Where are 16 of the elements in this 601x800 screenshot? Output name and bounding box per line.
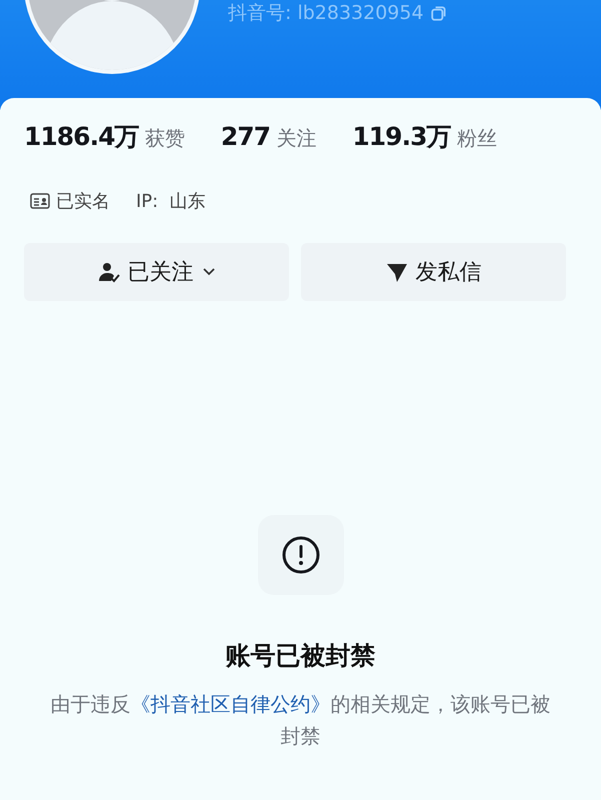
tag-text: IP: 山东 [136,190,206,213]
ban-title: 账号已被封禁 [226,640,376,672]
tag-text: 已实名 [56,190,110,213]
douyin-id: 抖音号: lb283320954 [228,1,424,26]
ban-message: 由于违反《抖音社区自律公约》的相关规定，该账号已被封禁 [50,691,550,750]
caret-icon [202,267,216,277]
message-button[interactable]: 发私信 [301,243,566,301]
community-guidelines-link[interactable]: 《抖音社区自律公约》 [130,692,330,716]
stat-count[interactable]: 119.3万 粉丝 [352,120,497,153]
warning-icon [258,515,344,595]
stat-count[interactable]: 1186.4万 获赞 [24,120,185,153]
following-button[interactable]: 已关注 [24,243,289,301]
user-check-icon [98,261,120,283]
id-card-icon [30,193,50,209]
copy-icon[interactable] [430,4,448,22]
stat-count[interactable]: 277 关注 [220,122,316,152]
